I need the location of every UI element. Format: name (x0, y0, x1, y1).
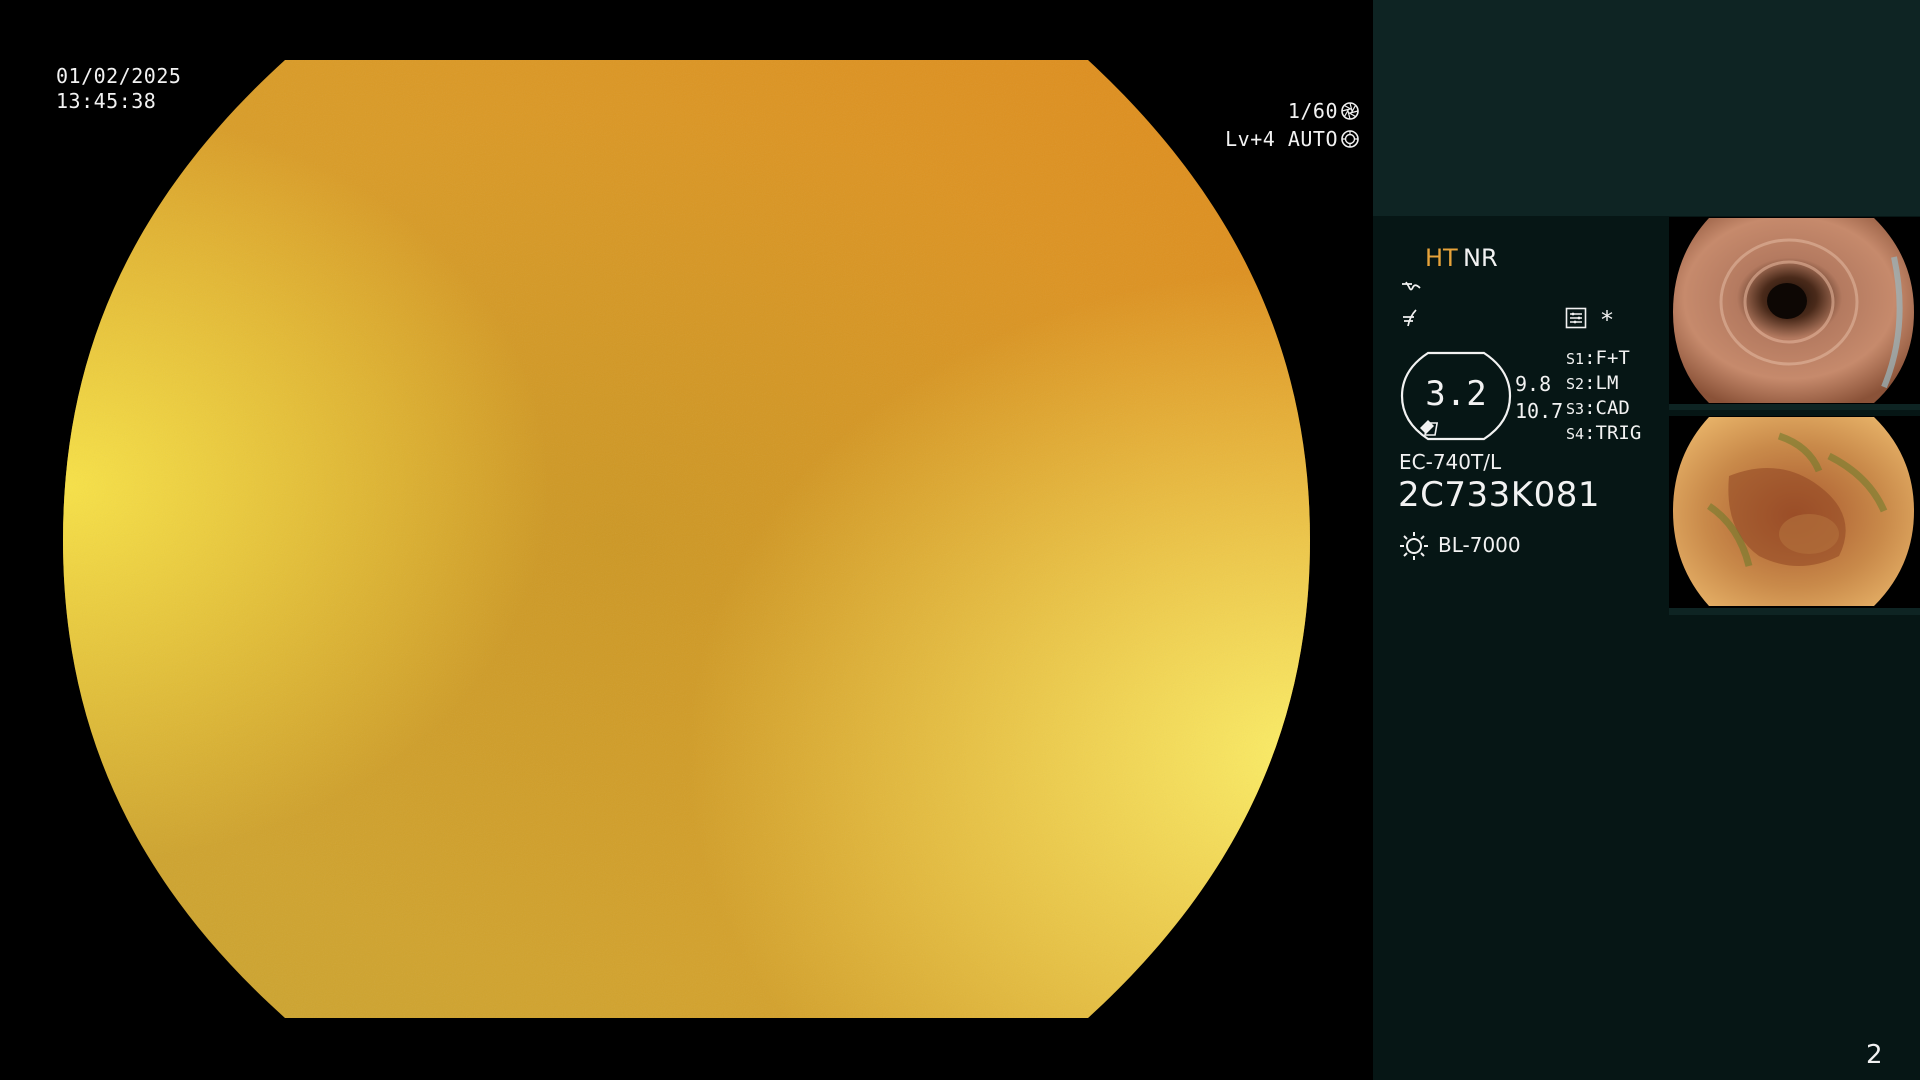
switch-value: LM (1595, 372, 1619, 394)
endoscope-live-view (0, 0, 1373, 1080)
switch-key: S4 (1566, 425, 1585, 443)
switch-value: F+T (1595, 347, 1630, 369)
aperture-icon (1341, 102, 1359, 120)
switch-key: S1 (1566, 350, 1585, 368)
brightness-level-row: Lv+4 AUTO (1225, 127, 1360, 151)
switch-key: S2 (1566, 375, 1585, 393)
asterisk-indicator: * (1601, 306, 1613, 334)
iris-ring-icon (1341, 130, 1359, 148)
date-readout: 01/02/2025 (56, 64, 182, 88)
readout-value-a: 9.8 (1515, 372, 1552, 396)
structure-emphasis-icon (1403, 309, 1417, 327)
settings-list-icon (1565, 307, 1587, 329)
readout-value-b: 10.7 (1515, 399, 1564, 423)
switch-s3: S3:CAD (1566, 397, 1630, 419)
zoom-value: 3.2 (1425, 374, 1487, 414)
nr-indicator: NR (1463, 244, 1498, 272)
shutter-speed-row: 1/60 (1288, 99, 1360, 123)
shutter-speed: 1/60 (1287, 99, 1338, 123)
side-panel-header-band (1373, 0, 1920, 216)
switch-s4: S4:TRIG (1566, 422, 1642, 444)
switch-value: CAD (1595, 397, 1630, 419)
ht-indicator: HT (1425, 244, 1458, 272)
switch-key: S3 (1566, 400, 1585, 418)
enhancement-curve-icon (1402, 281, 1421, 291)
thumbnail-captured-frame-mucosa[interactable] (1669, 416, 1920, 615)
switch-value: TRIG (1595, 422, 1642, 444)
time-readout: 13:45:38 (56, 89, 157, 113)
thumbnail-captured-frame-lumen[interactable] (1669, 217, 1920, 410)
scope-model: EC-740T/L (1399, 450, 1502, 474)
switch-s2: S2:LM (1566, 372, 1619, 394)
lamp-icon (1400, 532, 1428, 560)
scope-serial-number: 2C733K081 (1398, 475, 1600, 515)
iris-mode: AUTO (1287, 127, 1338, 151)
page-number: 2 (1866, 1040, 1883, 1070)
brightness-level: Lv+4 (1225, 127, 1276, 151)
light-source-model: BL-7000 (1438, 533, 1521, 557)
switch-s1: S1:F+T (1566, 347, 1630, 369)
endoscope-image (63, 60, 1310, 1018)
